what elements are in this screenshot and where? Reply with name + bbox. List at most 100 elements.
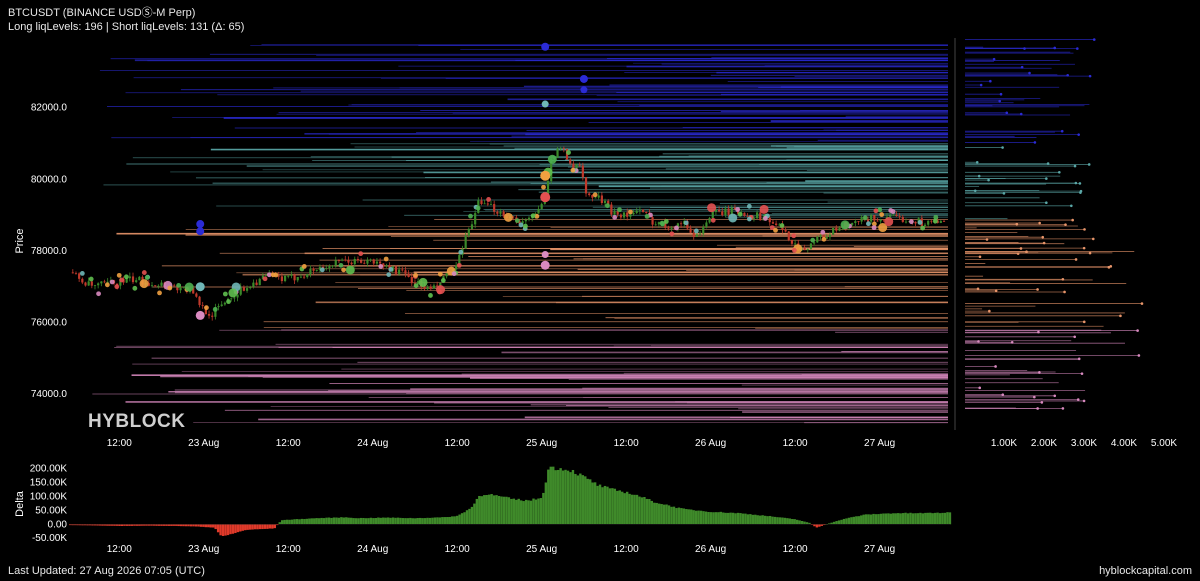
- delta-bar: [623, 493, 626, 525]
- delta-bar: [244, 524, 247, 531]
- price-y-tick-label: 82000.0: [31, 103, 68, 114]
- liquidation-marker: [514, 218, 520, 224]
- liquidation-marker: [820, 229, 826, 235]
- price-candle-body: [892, 214, 895, 216]
- delta-bar: [771, 516, 774, 525]
- cluster-bar-tip: [1010, 340, 1014, 344]
- liquidation-marker: [660, 221, 665, 227]
- cluster-bar-tip: [1064, 223, 1067, 226]
- delta-bar: [906, 513, 910, 525]
- price-candle-body: [930, 220, 933, 222]
- delta-bar: [633, 494, 636, 525]
- price-candle-body: [467, 228, 470, 236]
- delta-bar: [857, 516, 860, 525]
- price-candle-body: [809, 243, 813, 249]
- liquidation-marker: [141, 270, 147, 275]
- cluster-bar-tip: [1028, 71, 1031, 75]
- price-candle-body: [724, 208, 727, 216]
- liquidation-marker: [866, 221, 871, 227]
- cluster-bar-tip: [1071, 218, 1074, 222]
- delta-bar: [263, 524, 267, 529]
- delta-bar: [729, 512, 732, 525]
- delta-bar: [258, 524, 262, 530]
- delta-bar: [330, 517, 333, 525]
- delta-bar: [702, 511, 705, 525]
- price-x-tick-label: 25 Aug: [526, 438, 557, 449]
- delta-bar: [362, 517, 365, 525]
- delta-bar: [426, 517, 429, 525]
- delta-bar: [749, 514, 752, 525]
- price-x-tick-label: 12:00: [783, 438, 808, 449]
- price-candle-body: [249, 286, 252, 289]
- liquidation-marker: [437, 271, 443, 277]
- delta-bar: [293, 519, 296, 525]
- site-link[interactable]: hyblockcapital.com: [1099, 565, 1192, 577]
- delta-bar: [941, 512, 944, 525]
- liquidation-marker-large: [195, 282, 205, 292]
- delta-bar: [451, 516, 454, 525]
- delta-bar: [261, 524, 264, 530]
- delta-bar: [704, 511, 708, 525]
- delta-bar: [411, 518, 414, 525]
- liquidation-marker: [592, 192, 598, 198]
- delta-bar: [832, 521, 836, 525]
- delta-bar: [431, 517, 434, 525]
- price-candle-body: [898, 216, 901, 218]
- cluster-bar-tip: [1045, 177, 1048, 180]
- delta-bar: [645, 498, 649, 525]
- price-x-tick-label: 12:00: [276, 438, 301, 449]
- liquidation-marker: [341, 267, 347, 273]
- delta-bar: [677, 507, 681, 525]
- delta-bar: [357, 518, 360, 525]
- cluster-bar-tip: [1053, 394, 1057, 398]
- cluster-x-tick-label: 5.00K: [1151, 438, 1177, 449]
- price-candle-body: [746, 216, 749, 217]
- price-candle-body: [901, 217, 904, 222]
- liquidation-marker: [167, 285, 173, 291]
- liquidation-marker: [204, 305, 209, 311]
- price-y-tick-label: 76000.0: [31, 318, 68, 329]
- liquidation-marker: [791, 233, 797, 239]
- delta-bar: [273, 524, 277, 529]
- price-candle-body: [584, 177, 588, 194]
- delta-bar: [653, 502, 656, 525]
- delta-bar: [340, 517, 343, 525]
- liquidation-marker: [119, 277, 125, 283]
- delta-bar: [657, 503, 661, 525]
- liquidation-cluster-histogram: [965, 38, 1144, 410]
- price-candle-body: [654, 224, 657, 226]
- delta-bar: [510, 498, 513, 525]
- liquidation-marker: [458, 249, 464, 255]
- cluster-bar-tip: [1078, 182, 1082, 185]
- price-candle-body: [689, 228, 692, 233]
- price-candle-body: [632, 212, 635, 215]
- price-candle-body: [787, 231, 790, 241]
- price-candle-body: [344, 259, 347, 261]
- cluster-bar-tip: [1073, 164, 1077, 168]
- price-candle-body: [385, 265, 388, 267]
- price-candle-body: [816, 236, 819, 243]
- delta-bar: [842, 518, 846, 525]
- cluster-bar-tip: [987, 178, 990, 182]
- delta-bar: [835, 521, 838, 525]
- liquidation-marker: [345, 265, 355, 275]
- price-candle-body: [331, 265, 334, 267]
- delta-bar: [542, 492, 545, 525]
- hyblock-watermark: HYBLOCK: [88, 411, 185, 432]
- price-candle-body: [179, 287, 182, 291]
- delta-bar: [724, 512, 727, 525]
- liquidation-marker: [605, 203, 610, 209]
- delta-bar: [300, 518, 304, 525]
- price-candle-body: [404, 270, 407, 274]
- cluster-x-axis: 1.00K 2.00K 3.00K 4.00K 5.00K: [991, 438, 1177, 449]
- delta-bar: [635, 494, 639, 525]
- price-candle-body: [771, 222, 775, 224]
- liquidation-marker: [547, 154, 557, 164]
- delta-bar: [571, 469, 575, 525]
- liquidation-marker: [523, 223, 528, 229]
- delta-bar: [532, 498, 535, 525]
- delta-bar: [855, 516, 858, 525]
- cluster-bar-tip: [994, 365, 997, 368]
- delta-bar: [515, 499, 518, 525]
- liquidation-marker: [104, 282, 110, 288]
